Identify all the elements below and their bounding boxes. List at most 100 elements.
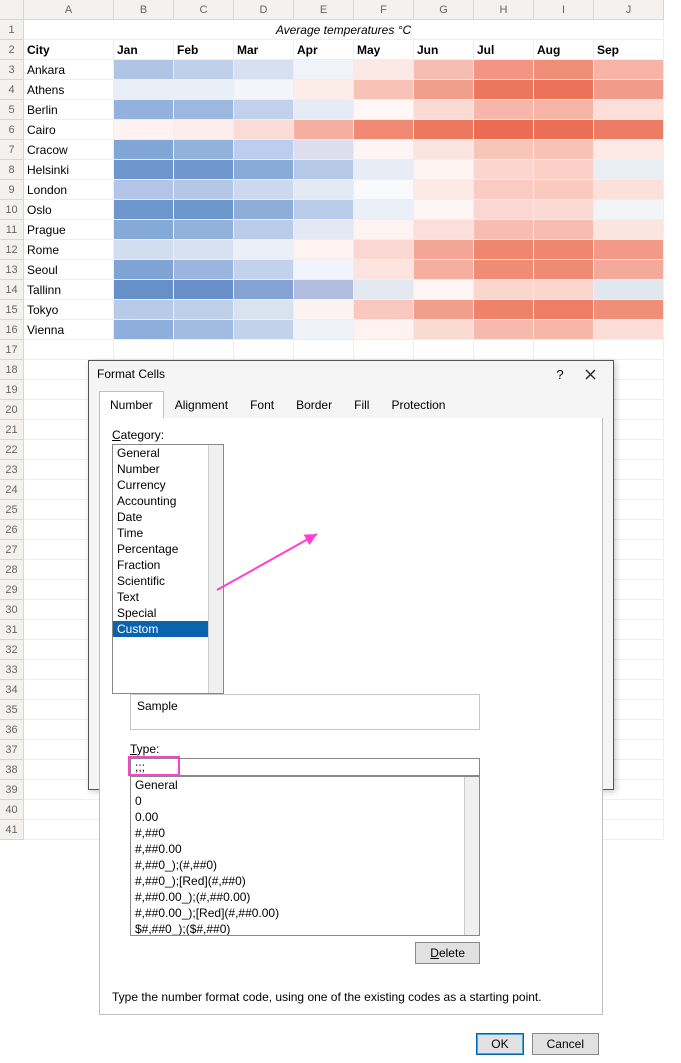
row-header[interactable]: 11 bbox=[0, 220, 24, 240]
city-cell[interactable]: Berlin bbox=[24, 100, 114, 120]
heat-cell[interactable] bbox=[534, 160, 594, 180]
heat-cell[interactable] bbox=[474, 160, 534, 180]
category-item[interactable]: Percentage bbox=[113, 541, 223, 557]
header-cell[interactable]: Apr bbox=[294, 40, 354, 60]
row-header[interactable]: 23 bbox=[0, 460, 24, 480]
heat-cell[interactable] bbox=[414, 220, 474, 240]
row-header[interactable]: 6 bbox=[0, 120, 24, 140]
category-item[interactable]: Accounting bbox=[113, 493, 223, 509]
heat-cell[interactable] bbox=[114, 320, 174, 340]
city-cell[interactable]: Helsinki bbox=[24, 160, 114, 180]
empty-cell[interactable] bbox=[534, 340, 594, 360]
heat-cell[interactable] bbox=[354, 200, 414, 220]
heat-cell[interactable] bbox=[174, 120, 234, 140]
tab-border[interactable]: Border bbox=[285, 391, 343, 418]
heat-cell[interactable] bbox=[234, 180, 294, 200]
heat-cell[interactable] bbox=[294, 60, 354, 80]
heat-cell[interactable] bbox=[114, 220, 174, 240]
tab-font[interactable]: Font bbox=[239, 391, 285, 418]
row-header[interactable]: 24 bbox=[0, 480, 24, 500]
heat-cell[interactable] bbox=[534, 80, 594, 100]
scrollbar[interactable] bbox=[208, 445, 223, 693]
heat-cell[interactable] bbox=[174, 100, 234, 120]
format-code-item[interactable]: #,##0_);[Red](#,##0) bbox=[131, 873, 479, 889]
col-header-I[interactable]: I bbox=[534, 0, 594, 20]
heat-cell[interactable] bbox=[354, 60, 414, 80]
row-header[interactable]: 22 bbox=[0, 440, 24, 460]
category-item[interactable]: Currency bbox=[113, 477, 223, 493]
empty-cell[interactable] bbox=[594, 800, 664, 820]
format-code-item[interactable]: General bbox=[131, 777, 479, 793]
heat-cell[interactable] bbox=[354, 300, 414, 320]
heat-cell[interactable] bbox=[594, 120, 664, 140]
heat-cell[interactable] bbox=[234, 60, 294, 80]
row-header[interactable]: 41 bbox=[0, 820, 24, 840]
heat-cell[interactable] bbox=[354, 160, 414, 180]
col-header-E[interactable]: E bbox=[294, 0, 354, 20]
heat-cell[interactable] bbox=[294, 200, 354, 220]
sheet-row[interactable]: 1 Average temperatures °C bbox=[0, 20, 681, 40]
col-header-F[interactable]: F bbox=[354, 0, 414, 20]
category-item[interactable]: Date bbox=[113, 509, 223, 525]
category-item[interactable]: Time bbox=[113, 525, 223, 541]
row-header[interactable]: 29 bbox=[0, 580, 24, 600]
row-header[interactable]: 34 bbox=[0, 680, 24, 700]
heat-cell[interactable] bbox=[594, 220, 664, 240]
format-code-item[interactable]: #,##0.00_);(#,##0.00) bbox=[131, 889, 479, 905]
heat-cell[interactable] bbox=[594, 280, 664, 300]
empty-cell[interactable] bbox=[354, 340, 414, 360]
col-header-A[interactable]: A bbox=[24, 0, 114, 20]
sheet-row[interactable]: 3Ankara bbox=[0, 60, 681, 80]
format-code-item[interactable]: #,##0_);(#,##0) bbox=[131, 857, 479, 873]
row-header[interactable]: 40 bbox=[0, 800, 24, 820]
heat-cell[interactable] bbox=[174, 200, 234, 220]
row-header[interactable]: 27 bbox=[0, 540, 24, 560]
sheet-row[interactable]: 4Athens bbox=[0, 80, 681, 100]
heat-cell[interactable] bbox=[354, 120, 414, 140]
sheet-row[interactable]: 10Oslo bbox=[0, 200, 681, 220]
tab-fill[interactable]: Fill bbox=[343, 391, 380, 418]
row-header[interactable]: 12 bbox=[0, 240, 24, 260]
heat-cell[interactable] bbox=[534, 300, 594, 320]
type-input[interactable] bbox=[130, 758, 480, 776]
heat-cell[interactable] bbox=[294, 80, 354, 100]
row-header[interactable]: 3 bbox=[0, 60, 24, 80]
city-cell[interactable]: Seoul bbox=[24, 260, 114, 280]
sheet-row[interactable]: 5Berlin bbox=[0, 100, 681, 120]
heat-cell[interactable] bbox=[534, 180, 594, 200]
header-cell[interactable]: Jan bbox=[114, 40, 174, 60]
heat-cell[interactable] bbox=[594, 320, 664, 340]
heat-cell[interactable] bbox=[234, 100, 294, 120]
heat-cell[interactable] bbox=[114, 300, 174, 320]
heat-cell[interactable] bbox=[114, 280, 174, 300]
heat-cell[interactable] bbox=[474, 240, 534, 260]
heat-cell[interactable] bbox=[414, 100, 474, 120]
header-cell[interactable]: Mar bbox=[234, 40, 294, 60]
category-item[interactable]: Text bbox=[113, 589, 223, 605]
heat-cell[interactable] bbox=[174, 220, 234, 240]
heat-cell[interactable] bbox=[594, 140, 664, 160]
heat-cell[interactable] bbox=[174, 240, 234, 260]
sheet-row[interactable]: 13Seoul bbox=[0, 260, 681, 280]
heat-cell[interactable] bbox=[474, 300, 534, 320]
sheet-row[interactable]: 11Prague bbox=[0, 220, 681, 240]
heat-cell[interactable] bbox=[234, 320, 294, 340]
heat-cell[interactable] bbox=[234, 200, 294, 220]
row-header[interactable]: 17 bbox=[0, 340, 24, 360]
heat-cell[interactable] bbox=[114, 80, 174, 100]
heat-cell[interactable] bbox=[354, 320, 414, 340]
city-cell[interactable]: Ankara bbox=[24, 60, 114, 80]
heat-cell[interactable] bbox=[294, 140, 354, 160]
heat-cell[interactable] bbox=[474, 280, 534, 300]
header-cell[interactable]: Sep bbox=[594, 40, 664, 60]
sheet-row[interactable]: 17 bbox=[0, 340, 681, 360]
heat-cell[interactable] bbox=[474, 60, 534, 80]
heat-cell[interactable] bbox=[234, 240, 294, 260]
format-code-item[interactable]: #,##0.00_);[Red](#,##0.00) bbox=[131, 905, 479, 921]
row-header[interactable]: 39 bbox=[0, 780, 24, 800]
city-cell[interactable]: Cairo bbox=[24, 120, 114, 140]
header-cell[interactable]: Aug bbox=[534, 40, 594, 60]
heat-cell[interactable] bbox=[294, 240, 354, 260]
row-header[interactable]: 32 bbox=[0, 640, 24, 660]
sheet-row[interactable]: 12Rome bbox=[0, 240, 681, 260]
